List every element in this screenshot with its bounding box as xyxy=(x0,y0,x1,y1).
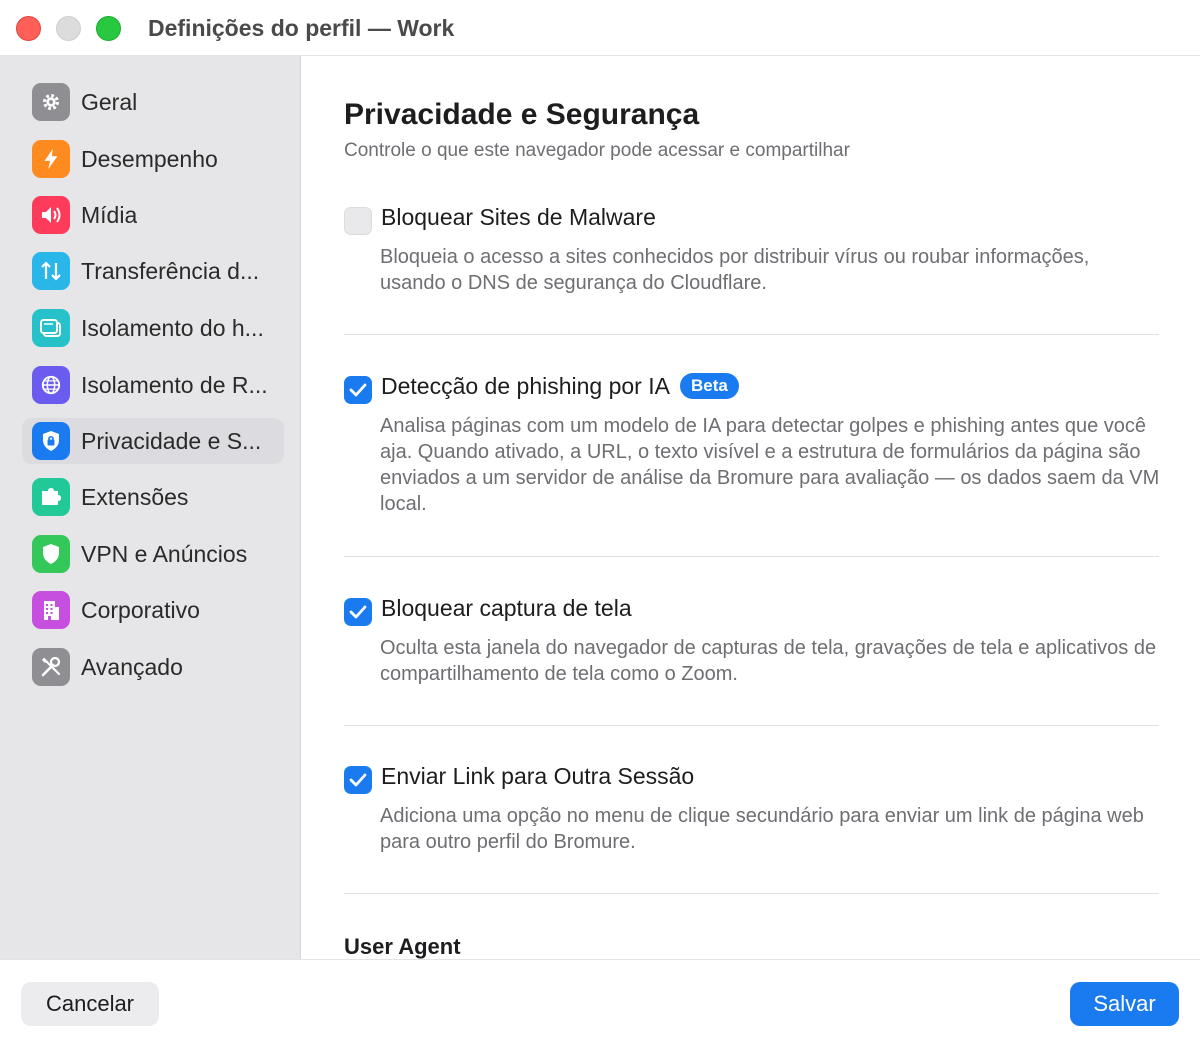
sidebar-item-avancado[interactable]: Avançado xyxy=(22,644,284,690)
tools-icon xyxy=(32,648,70,686)
title-bar: Definições do perfil — Work xyxy=(0,0,1200,56)
sidebar-item-label: VPN e Anúncios xyxy=(81,540,248,567)
settings-content[interactable]: Privacidade e Segurança Controle o que e… xyxy=(301,56,1200,959)
ai-phishing-checkbox[interactable] xyxy=(344,376,372,404)
sidebar-item-label: Extensões xyxy=(81,483,189,510)
sidebar-item-label: Avançado xyxy=(81,653,183,680)
sidebar-item-label: Mídia xyxy=(81,201,138,228)
checkmark-icon xyxy=(349,383,367,397)
send-link-checkbox[interactable] xyxy=(344,766,372,794)
setting-description: Adiciona uma opção no menu de clique sec… xyxy=(380,805,1144,853)
setting-title-row: Detecção de phishing por IA Beta xyxy=(381,373,739,400)
zoom-window-button[interactable] xyxy=(96,16,121,41)
bolt-icon xyxy=(32,140,70,178)
divider xyxy=(344,556,1159,557)
sidebar-item-label: Isolamento de R... xyxy=(81,371,268,398)
puzzle-icon xyxy=(32,478,70,516)
globe-icon xyxy=(32,366,70,404)
window-icon xyxy=(32,309,70,347)
divider xyxy=(344,725,1159,726)
setting-title: Bloquear captura de tela xyxy=(381,595,632,621)
settings-window: Definições do perfil — Work Geral Desemp… xyxy=(0,0,1200,1045)
save-button[interactable]: Salvar xyxy=(1070,982,1179,1026)
beta-badge: Beta xyxy=(679,373,739,399)
sidebar-item-corporativo[interactable]: Corporativo xyxy=(22,587,284,633)
sidebar-item-geral[interactable]: Geral xyxy=(22,79,284,125)
setting-description: Analisa páginas com um modelo de IA para… xyxy=(380,415,1160,515)
sidebar-item-vpn[interactable]: VPN e Anúncios xyxy=(22,531,284,577)
sidebar: Geral Desempenho Mídia Transferência d..… xyxy=(0,56,301,959)
section-title-user-agent: User Agent xyxy=(344,934,461,959)
setting-description: Bloqueia o acesso a sites conhecidos por… xyxy=(380,246,1090,294)
sidebar-item-privacidade[interactable]: Privacidade e S... xyxy=(22,418,284,464)
sidebar-item-label: Corporativo xyxy=(81,596,200,623)
page-title: Privacidade e Segurança xyxy=(344,98,700,131)
cancel-button[interactable]: Cancelar xyxy=(21,982,159,1026)
shield-icon xyxy=(32,535,70,573)
screen-capture-checkbox[interactable] xyxy=(344,598,372,626)
divider xyxy=(344,334,1159,335)
minimize-window-button[interactable] xyxy=(56,16,81,41)
window-title: Definições do perfil — Work xyxy=(148,15,455,41)
gear-icon xyxy=(32,83,70,121)
speaker-icon xyxy=(32,196,70,234)
sidebar-item-transferencia[interactable]: Transferência d... xyxy=(22,248,284,294)
setting-title: Bloquear Sites de Malware xyxy=(381,204,656,230)
setting-title: Detecção de phishing por IA xyxy=(381,373,670,399)
checkmark-icon xyxy=(349,773,367,787)
sidebar-item-isolamento-rede[interactable]: Isolamento de R... xyxy=(22,362,284,408)
sidebar-item-extensoes[interactable]: Extensões xyxy=(22,474,284,520)
sidebar-item-midia[interactable]: Mídia xyxy=(22,192,284,238)
sidebar-item-label: Geral xyxy=(81,88,138,115)
checkmark-icon xyxy=(349,605,367,619)
sidebar-item-label: Isolamento do h... xyxy=(81,314,264,341)
sidebar-item-label: Desempenho xyxy=(81,145,218,172)
footer-bar: Cancelar Salvar xyxy=(0,959,1200,1045)
building-icon xyxy=(32,591,70,629)
lock-icon xyxy=(32,422,70,460)
divider xyxy=(344,893,1159,894)
close-window-button[interactable] xyxy=(16,16,41,41)
setting-title: Enviar Link para Outra Sessão xyxy=(381,763,695,789)
sidebar-item-label: Privacidade e S... xyxy=(81,427,262,454)
malware-block-checkbox[interactable] xyxy=(344,207,372,235)
transfer-arrows-icon xyxy=(32,252,70,290)
page-subtitle: Controle o que este navegador pode acess… xyxy=(344,140,850,161)
sidebar-item-desempenho[interactable]: Desempenho xyxy=(22,136,284,182)
setting-description: Oculta esta janela do navegador de captu… xyxy=(380,637,1157,685)
sidebar-item-label: Transferência d... xyxy=(81,257,260,284)
sidebar-item-isolamento-host[interactable]: Isolamento do h... xyxy=(22,305,284,351)
